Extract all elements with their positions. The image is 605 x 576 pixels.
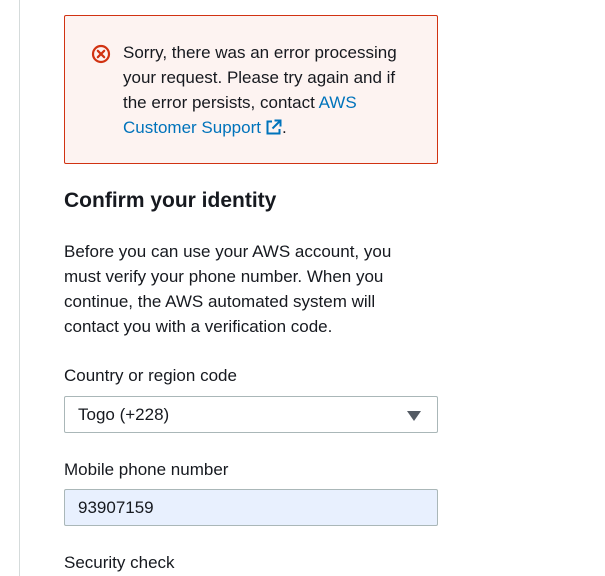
security-check-label: Security check: [64, 553, 175, 572]
identity-description: Before you can use your AWS account, you…: [64, 242, 392, 336]
error-message-suffix: .: [281, 118, 287, 137]
page: Sorry, there was an error processing you…: [0, 0, 605, 576]
country-code-label: Country or region code: [64, 366, 237, 385]
external-link-icon[interactable]: [265, 119, 282, 136]
phone-number-input[interactable]: [64, 489, 438, 526]
country-code-value[interactable]: Togo (+228): [78, 404, 169, 426]
left-divider: [19, 0, 20, 576]
error-message: Sorry, there was an error processing you…: [123, 40, 423, 140]
phone-number-label: Mobile phone number: [64, 460, 229, 479]
error-alert: Sorry, there was an error processing you…: [64, 15, 438, 164]
country-code-select[interactable]: Togo (+228): [64, 396, 438, 433]
caret-down-icon[interactable]: [407, 411, 421, 421]
page-title: Confirm your identity: [64, 189, 277, 212]
error-x-circle-icon: [91, 44, 111, 64]
